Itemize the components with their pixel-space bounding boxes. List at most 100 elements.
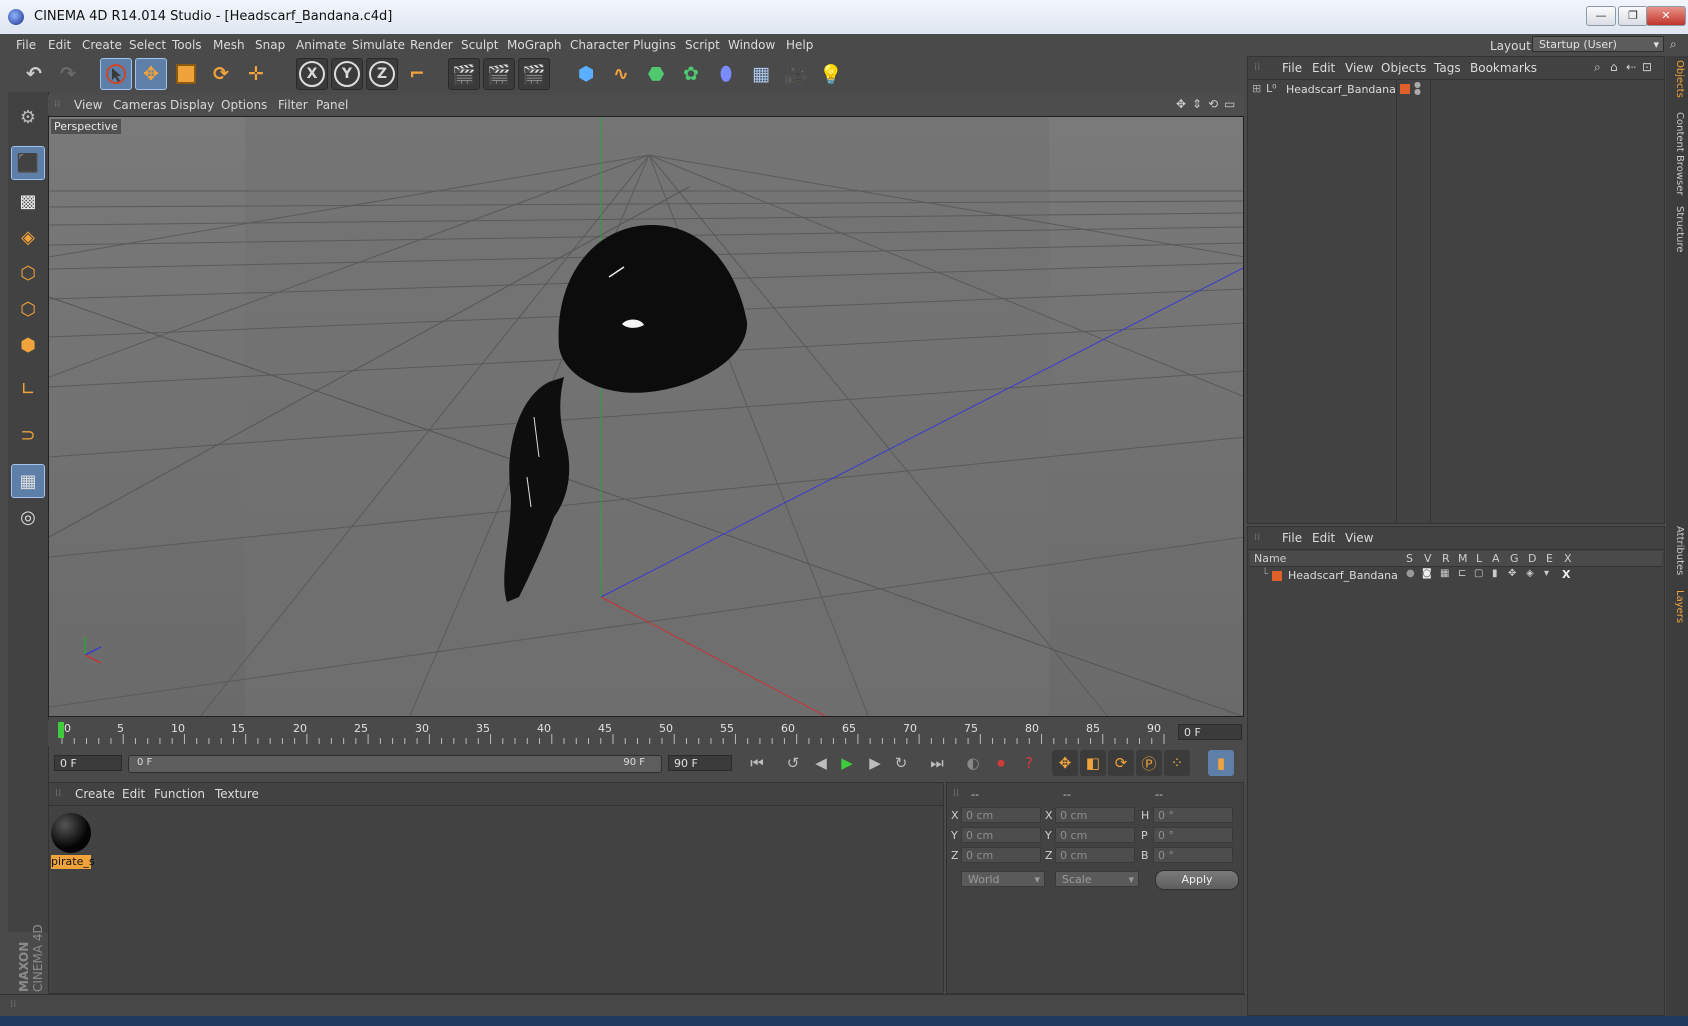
menu-window[interactable]: Window bbox=[728, 38, 775, 52]
panel-grip-icon[interactable]: ⁞⁞ bbox=[55, 788, 61, 799]
panel-grip-icon[interactable]: ⁞⁞ bbox=[10, 999, 16, 1010]
rot-p-field[interactable]: 0 ° bbox=[1153, 827, 1233, 843]
pos-y-field[interactable]: 0 cm bbox=[961, 827, 1041, 843]
solo-toggle-icon[interactable]: ● bbox=[1406, 568, 1415, 579]
goto-start-icon[interactable]: ⏮ bbox=[744, 750, 770, 776]
next-frame-icon[interactable]: ▶ bbox=[862, 750, 888, 776]
layer-color-swatch[interactable] bbox=[1400, 84, 1410, 94]
render-settings-icon[interactable]: 🎬 bbox=[518, 58, 550, 90]
render-view-icon[interactable]: 🎬 bbox=[448, 58, 480, 90]
rotate-icon[interactable]: ⟳ bbox=[205, 58, 237, 90]
close-button[interactable]: ✕ bbox=[1646, 6, 1686, 26]
prev-key-icon[interactable]: ↺ bbox=[780, 750, 806, 776]
spline-icon[interactable]: ∿ bbox=[605, 58, 637, 90]
pos-x-field[interactable]: 0 cm bbox=[961, 807, 1041, 823]
goto-end-icon[interactable]: ⏭ bbox=[924, 750, 950, 776]
edges-mode-icon[interactable]: ⬡ bbox=[11, 292, 45, 326]
objects-menu-file[interactable]: File bbox=[1282, 61, 1302, 75]
material-menu-create[interactable]: Create bbox=[75, 787, 115, 801]
cube-object-icon[interactable]: ⬢ bbox=[570, 58, 602, 90]
workplane-mode-icon[interactable]: ◈ bbox=[11, 220, 45, 254]
viewport-menu-panel[interactable]: Panel bbox=[316, 98, 348, 112]
pos-z-field[interactable]: 0 cm bbox=[961, 847, 1041, 863]
layers-menu-edit[interactable]: Edit bbox=[1312, 531, 1335, 545]
tab-content-browser[interactable]: Content Browser bbox=[1669, 112, 1685, 195]
material-menu-function[interactable]: Function bbox=[154, 787, 205, 801]
auto-keying-icon[interactable]: ⏺ bbox=[988, 750, 1014, 776]
model-mode-icon[interactable]: ⬛ bbox=[11, 146, 45, 180]
next-key-icon[interactable]: ↻ bbox=[888, 750, 914, 776]
objects-menu-tags[interactable]: Tags bbox=[1434, 61, 1461, 75]
tab-attributes[interactable]: Attributes bbox=[1669, 526, 1685, 575]
size-y-field[interactable]: 0 cm bbox=[1055, 827, 1135, 843]
polygons-mode-icon[interactable]: ⬢ bbox=[11, 328, 45, 362]
generator-toggle-icon[interactable]: ✥ bbox=[1508, 568, 1516, 579]
key-scale-icon[interactable]: ◧ bbox=[1080, 750, 1106, 776]
menu-create[interactable]: Create bbox=[82, 38, 122, 52]
recent-tool-icon[interactable]: ✛ bbox=[240, 58, 272, 90]
rot-b-field[interactable]: 0 ° bbox=[1153, 847, 1233, 863]
axis-mode-icon[interactable]: ∟ bbox=[11, 372, 45, 406]
view-toggle-icon[interactable]: ◙ bbox=[1422, 568, 1432, 579]
timeline-ruler[interactable]: 0 5 10 15 20 25 30 35 40 45 50 55 60 65 … bbox=[48, 720, 1244, 746]
menu-snap[interactable]: Snap bbox=[255, 38, 285, 52]
apply-button[interactable]: Apply bbox=[1155, 870, 1239, 890]
col-animation[interactable]: A bbox=[1492, 552, 1500, 565]
key-pla-icon[interactable]: ⁘ bbox=[1164, 750, 1190, 776]
col-expressions[interactable]: E bbox=[1546, 552, 1553, 565]
menu-mograph[interactable]: MoGraph bbox=[507, 38, 562, 52]
mograph-cloner-icon[interactable]: ✿ bbox=[675, 58, 707, 90]
record-icon[interactable]: ◐ bbox=[960, 750, 986, 776]
size-x-field[interactable]: 0 cm bbox=[1055, 807, 1135, 823]
search-icon[interactable]: ⌕ bbox=[1670, 37, 1677, 52]
camera-icon[interactable]: 🎥 bbox=[780, 58, 812, 90]
new-window-icon[interactable]: ⊡ bbox=[1642, 60, 1652, 74]
size-z-field[interactable]: 0 cm bbox=[1055, 847, 1135, 863]
collapse-icon[interactable]: ⇠ bbox=[1626, 60, 1636, 74]
objects-menu-view[interactable]: View bbox=[1345, 61, 1373, 75]
layers-menu-view[interactable]: View bbox=[1345, 531, 1373, 545]
timeline-layout-icon[interactable]: ▮ bbox=[1208, 750, 1234, 776]
make-editable-icon[interactable]: ⚙ bbox=[11, 100, 45, 134]
layer-color-swatch[interactable] bbox=[1272, 571, 1282, 581]
viewport-zoom-icon[interactable]: ⇕ bbox=[1192, 97, 1202, 111]
deformer-icon[interactable]: ⬮ bbox=[710, 58, 742, 90]
viewport-rotate-icon[interactable]: ⟲ bbox=[1208, 97, 1218, 111]
menu-simulate[interactable]: Simulate bbox=[352, 38, 405, 52]
col-view[interactable]: V bbox=[1424, 552, 1432, 565]
start-frame-field[interactable]: 0 F bbox=[54, 755, 122, 771]
render-picture-viewer-icon[interactable]: 🎬 bbox=[483, 58, 515, 90]
animation-toggle-icon[interactable]: ▮ bbox=[1492, 568, 1498, 579]
render-toggle-icon[interactable]: ▦ bbox=[1440, 568, 1449, 579]
workplane-lock-icon[interactable]: ▦ bbox=[11, 464, 45, 498]
viewport-menu-filter[interactable]: Filter bbox=[278, 98, 308, 112]
viewport-menu-options[interactable]: Options bbox=[221, 98, 267, 112]
material-menu-edit[interactable]: Edit bbox=[122, 787, 145, 801]
home-icon[interactable]: ⌂ bbox=[1610, 60, 1618, 74]
viewport-menu-cameras[interactable]: Cameras bbox=[113, 98, 166, 112]
col-solo[interactable]: S bbox=[1406, 552, 1413, 565]
visibility-dots-icon[interactable]: ● ● bbox=[1414, 81, 1421, 96]
panel-grip-icon[interactable]: ⁞⁞ bbox=[54, 99, 60, 110]
menu-tools[interactable]: Tools bbox=[172, 38, 202, 52]
objects-menu-edit[interactable]: Edit bbox=[1312, 61, 1335, 75]
layer-row[interactable]: └ Headscarf_Bandana ● ◙ ▦ ⊏ ▢ ▮ ✥ ◈ ▾ X bbox=[1250, 568, 1662, 584]
preview-range-slider[interactable]: 0 F 90 F bbox=[128, 755, 662, 773]
col-name[interactable]: Name bbox=[1254, 552, 1286, 565]
live-selection-icon[interactable] bbox=[100, 58, 132, 90]
menu-mesh[interactable]: Mesh bbox=[213, 38, 245, 52]
col-xref[interactable]: X bbox=[1564, 552, 1572, 565]
menu-animate[interactable]: Animate bbox=[296, 38, 346, 52]
layers-menu-file[interactable]: File bbox=[1282, 531, 1302, 545]
key-position-icon[interactable]: ✥ bbox=[1052, 750, 1078, 776]
light-icon[interactable]: 💡 bbox=[815, 58, 847, 90]
col-deformers[interactable]: D bbox=[1528, 552, 1536, 565]
lock-toggle-icon[interactable]: ▢ bbox=[1474, 568, 1483, 579]
move-icon[interactable]: ✥ bbox=[135, 58, 167, 90]
layout-dropdown[interactable]: Startup (User) ▾ bbox=[1532, 36, 1664, 52]
points-mode-icon[interactable]: ⬡ bbox=[11, 256, 45, 290]
end-frame-field[interactable]: 90 F bbox=[668, 755, 732, 771]
y-axis-lock-icon[interactable]: Y bbox=[331, 58, 363, 90]
objects-menu-bookmarks[interactable]: Bookmarks bbox=[1470, 61, 1537, 75]
x-axis-lock-icon[interactable]: X bbox=[296, 58, 328, 90]
